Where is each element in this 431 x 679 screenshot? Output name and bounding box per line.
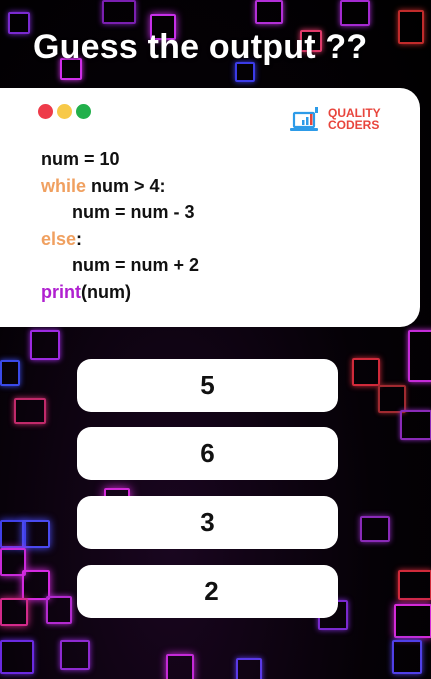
code-keyword-print: print [41, 281, 81, 302]
code-line-6: print(num) [41, 279, 199, 306]
logo-line-2: CODERS [328, 118, 380, 132]
code-text: num = num + 2 [72, 255, 200, 275]
code-line-4: else: [41, 226, 199, 253]
code-line-1: num = 10 [41, 146, 199, 173]
green-dot [76, 104, 91, 119]
code-keyword-else: else [41, 228, 77, 249]
answer-option-4[interactable]: 2 [77, 565, 338, 618]
code-text: num = num - 3 [72, 202, 195, 222]
yellow-dot [57, 104, 72, 119]
code-text: num > 4: [86, 175, 166, 196]
code-line-2: while num > 4: [41, 173, 199, 200]
logo-text: QUALITY CODERS [328, 107, 381, 131]
red-dot [38, 104, 53, 119]
answer-option-2[interactable]: 6 [77, 427, 338, 480]
code-text: (num) [81, 281, 131, 302]
code-text: : [76, 228, 83, 249]
page-title: Guess the output ?? [33, 28, 368, 66]
answer-option-1[interactable]: 5 [77, 359, 338, 412]
code-block: num = 10 while num > 4: num = num - 3 el… [41, 146, 199, 305]
answer-option-3[interactable]: 3 [77, 496, 338, 549]
window-controls [38, 104, 91, 119]
code-text: num = 10 [41, 149, 120, 169]
quality-coders-logo: QUALITY CODERS [290, 103, 390, 137]
laptop-chart-icon [290, 107, 318, 131]
code-line-5: num = num + 2 [41, 252, 199, 279]
code-keyword-while: while [41, 175, 87, 196]
code-line-3: num = num - 3 [41, 199, 199, 226]
